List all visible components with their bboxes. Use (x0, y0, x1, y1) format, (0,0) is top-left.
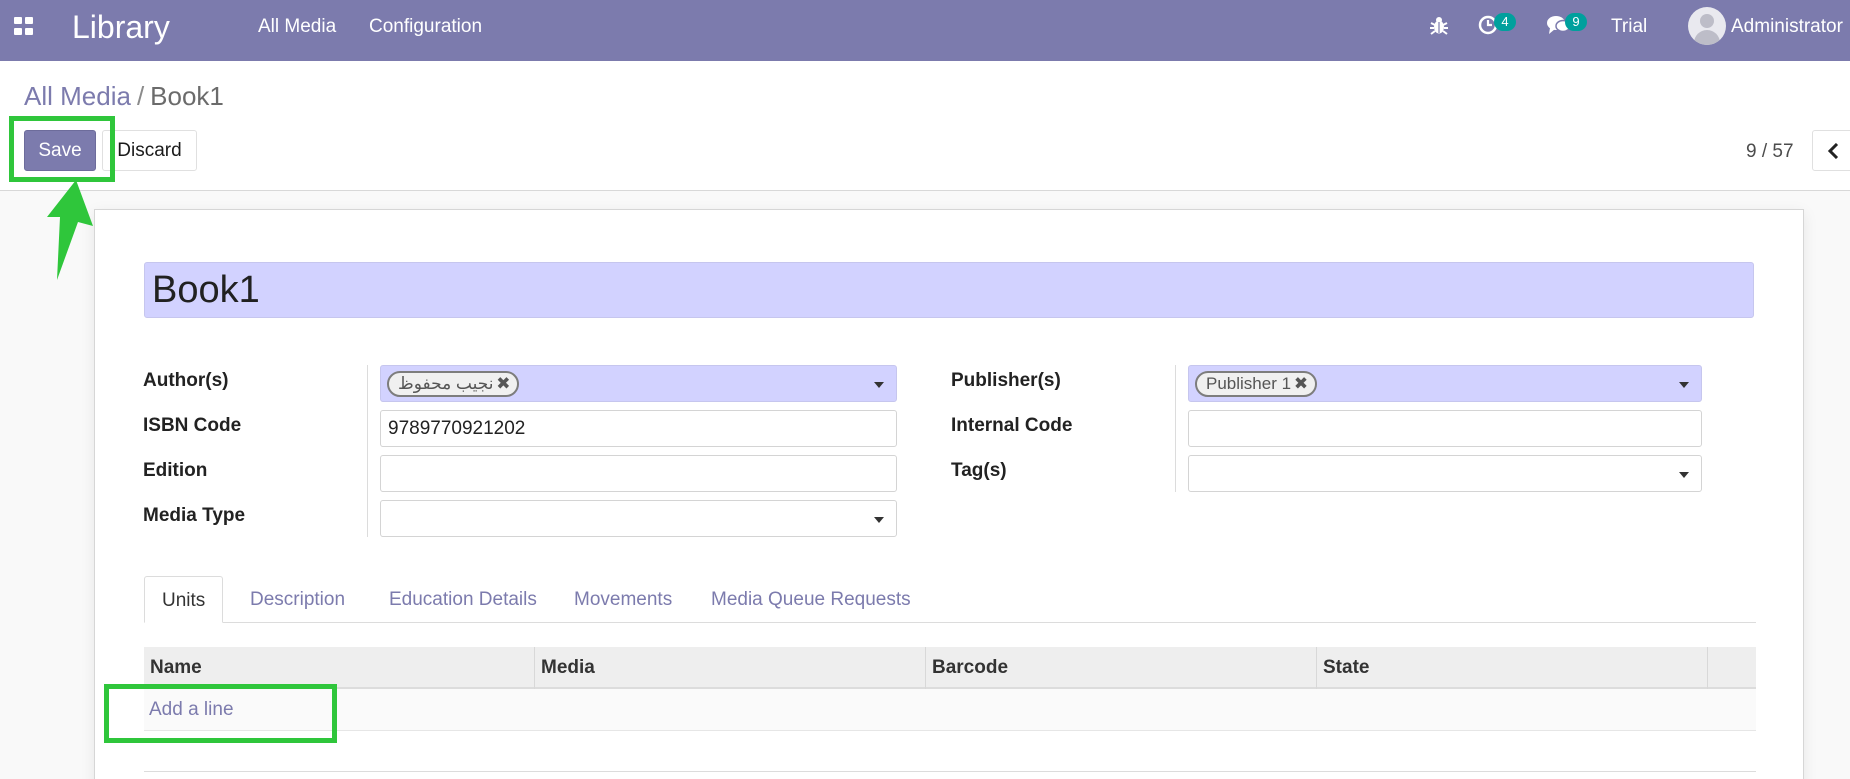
internal-code-label: Internal Code (951, 415, 1073, 436)
breadcrumb: All Media / Book1 (24, 81, 224, 112)
name-field[interactable]: Book1 (144, 262, 1754, 318)
app-brand[interactable]: Library (72, 9, 170, 46)
author-tag-label: نجيب محفوظ (398, 374, 494, 393)
authors-field[interactable]: نجيب محفوظ ✖ (380, 365, 897, 402)
isbn-label: ISBN Code (143, 415, 242, 436)
internal-code-field[interactable] (1188, 410, 1702, 447)
units-list-header: Name Media Barcode State (144, 647, 1756, 689)
breadcrumb-parent-link[interactable]: All Media (24, 81, 131, 111)
field-separator (367, 365, 368, 537)
publisher-tag: Publisher 1 ✖ (1195, 371, 1318, 397)
list-row (144, 731, 1756, 772)
add-line-row: Add a line (144, 689, 1756, 731)
discard-button[interactable]: Discard (102, 130, 197, 171)
tab-description[interactable]: Description (233, 576, 362, 623)
breadcrumb-separator: / (136, 81, 145, 111)
save-button[interactable]: Save (24, 130, 96, 171)
tags-field[interactable] (1188, 455, 1702, 492)
debug-bug-icon[interactable] (1428, 14, 1450, 41)
tags-label: Tag(s) (951, 460, 1007, 481)
units-list: Name Media Barcode State Add a line (144, 647, 1756, 772)
top-navbar: Library All Media Configuration 4 9 Tria… (0, 0, 1850, 61)
trial-label[interactable]: Trial (1611, 16, 1647, 38)
remove-tag-icon[interactable]: ✖ (496, 373, 510, 395)
remove-tag-icon[interactable]: ✖ (1294, 373, 1308, 395)
menu-configuration[interactable]: Configuration (369, 16, 482, 38)
dropdown-caret-icon[interactable] (874, 517, 884, 523)
activity-count-badge: 4 (1494, 13, 1516, 31)
user-name[interactable]: Administrator (1731, 16, 1843, 38)
add-line-link[interactable]: Add a line (149, 699, 234, 721)
menu-all-media[interactable]: All Media (258, 16, 336, 38)
form-sheet: Book1 Author(s) ISBN Code Edition Media … (94, 209, 1804, 779)
edition-field[interactable] (380, 455, 897, 492)
apps-menu-icon[interactable] (14, 17, 34, 35)
pointer-arrow-icon (47, 180, 93, 280)
message-count-badge: 9 (1565, 13, 1587, 31)
authors-label: Author(s) (143, 370, 229, 391)
control-panel: All Media / Book1 Save Discard 9 / 57 (0, 61, 1850, 191)
notebook-tabs: Units Description Education Details Move… (144, 576, 1756, 623)
dropdown-caret-icon[interactable] (874, 382, 884, 388)
isbn-field[interactable]: 9789770921202 (380, 410, 897, 447)
edition-label: Edition (143, 460, 208, 481)
tab-units[interactable]: Units (144, 576, 224, 623)
tab-education-details[interactable]: Education Details (372, 576, 554, 623)
chevron-left-icon (1827, 143, 1839, 159)
publishers-label: Publisher(s) (951, 370, 1061, 391)
field-separator (1175, 365, 1176, 492)
pager-previous-button[interactable] (1812, 130, 1850, 171)
media-type-field[interactable] (380, 500, 897, 537)
column-header-barcode[interactable]: Barcode (926, 647, 1317, 689)
media-type-label: Media Type (143, 505, 246, 526)
publisher-tag-label: Publisher 1 (1206, 374, 1292, 393)
tab-movements[interactable]: Movements (557, 576, 689, 623)
dropdown-caret-icon[interactable] (1679, 472, 1689, 478)
publishers-field[interactable]: Publisher 1 ✖ (1188, 365, 1702, 402)
column-header-name[interactable]: Name (144, 647, 535, 689)
column-header-media[interactable]: Media (535, 647, 926, 689)
breadcrumb-current: Book1 (150, 81, 224, 111)
user-avatar[interactable] (1688, 7, 1726, 45)
column-header-state[interactable]: State (1317, 647, 1708, 689)
pager-value[interactable]: 9 / 57 (1746, 141, 1794, 163)
dropdown-caret-icon[interactable] (1679, 382, 1689, 388)
tab-media-queue-requests[interactable]: Media Queue Requests (694, 576, 928, 623)
author-tag: نجيب محفوظ ✖ (387, 371, 520, 397)
